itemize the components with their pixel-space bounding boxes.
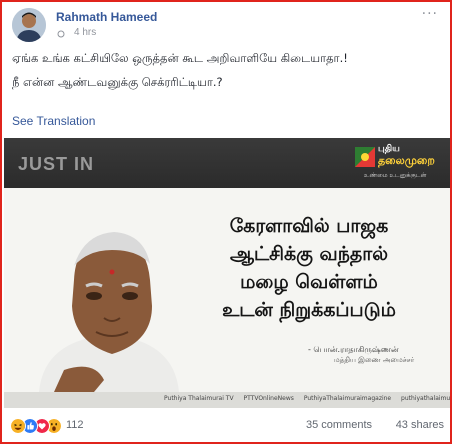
politician-portrait — [34, 220, 184, 392]
haha-reaction-icon — [10, 418, 26, 434]
quote-line-4: உடன் நிறுக்கப்படும் — [222, 299, 396, 321]
comments-count[interactable]: 35 comments — [306, 419, 372, 431]
avatar[interactable] — [12, 8, 46, 42]
facebook-post-card: Rahmath Hameed 4 hrs ··· ஏங்க உங்க கட்சி… — [0, 0, 452, 444]
social-handle: PuthiyaThalaimuraimagazine — [303, 395, 392, 402]
just-in-label: JUST IN — [18, 154, 95, 174]
post-text-line-1: ஏங்க உங்க கட்சியிலே ஒருத்தன் கூட அறிவாளி… — [12, 51, 348, 65]
post-footer: 112 35 comments 43 shares — [10, 416, 446, 438]
quote-attribution: - பொன்.ராதாகிருஷ்ணன் — [308, 345, 399, 354]
globe-icon — [57, 30, 65, 38]
more-options-icon[interactable]: ··· — [422, 6, 438, 22]
post-text: ஏங்க உங்க கட்சியிலே ஒருத்தன் கூட அறிவாளி… — [12, 50, 442, 91]
social-handle: puthiyathalaimu — [401, 395, 450, 402]
channel-logo: புதிய தலைமுறை உண்மை உடனுக்குடன் — [354, 144, 440, 182]
post-image[interactable]: JUST IN புதிய தலைமுறை உண்மை உடனுக்குடன் — [4, 138, 450, 408]
see-translation-link[interactable]: See Translation — [12, 114, 95, 128]
author-name[interactable]: Rahmath Hameed — [56, 10, 157, 24]
shares-count[interactable]: 43 shares — [396, 419, 444, 431]
social-handle: Puthiya Thalaimurai TV — [164, 395, 234, 402]
post-time[interactable]: 4 hrs — [74, 27, 96, 38]
quote-line-3: மழை வெள்ளம் — [240, 271, 378, 293]
post-header: Rahmath Hameed 4 hrs ··· — [12, 6, 442, 42]
social-handles: Puthiya Thalaimurai TV PTTVOnlineNews Pu… — [164, 395, 450, 402]
image-social-strip: Puthiya Thalaimurai TV PTTVOnlineNews Pu… — [4, 392, 450, 408]
quote-text: கேரளாவில் பாஜக ஆட்சிக்கு வந்தால் மழை வெள… — [194, 212, 424, 324]
image-top-banner: JUST IN புதிய தலைமுறை உண்மை உடனுக்குடன் — [4, 138, 450, 188]
logo-text-line-2: தலைமுறை — [378, 154, 435, 167]
attribution-title: மத்திய இணை அமைச்சர் — [334, 356, 415, 364]
channel-logo-icon — [355, 147, 375, 167]
reaction-count[interactable]: 112 — [66, 419, 84, 431]
quote-line-2: ஆட்சிக்கு வந்தால் — [229, 243, 389, 265]
social-handle: PTTVOnlineNews — [243, 395, 294, 402]
logo-tagline: உண்மை உடனுக்குடன் — [364, 172, 427, 179]
reaction-icons[interactable] — [10, 418, 68, 434]
quote-line-1: கேரளாவில் பாஜக — [229, 215, 389, 237]
post-text-line-2: நீ என்ன ஆண்டவனுக்கு செக்ரரிட்டியா.? — [12, 75, 223, 89]
avatar-image — [12, 8, 46, 42]
